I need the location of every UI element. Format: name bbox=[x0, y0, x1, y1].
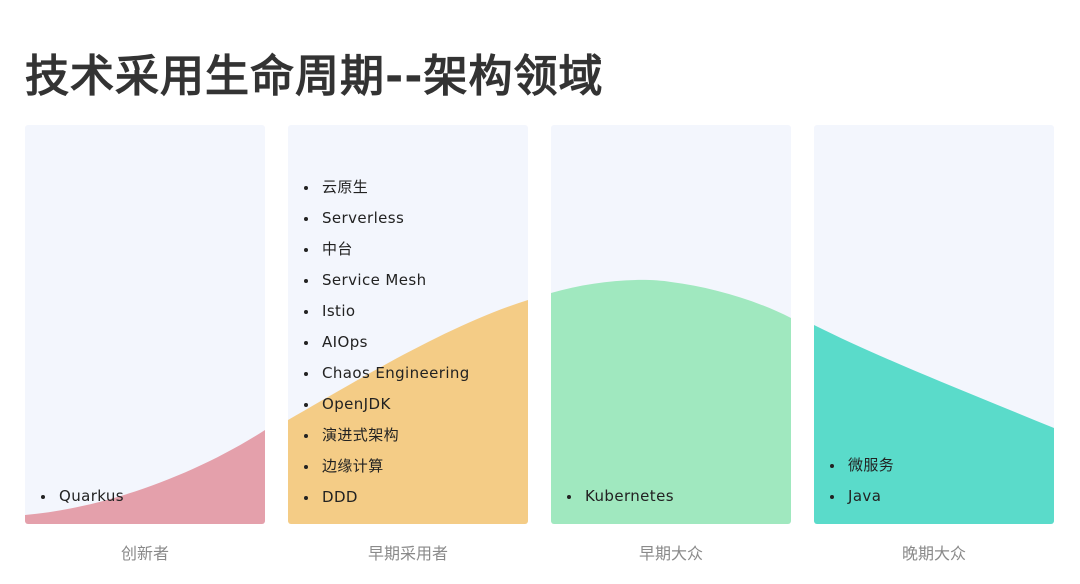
stage-label-innovators: 创新者 bbox=[120, 544, 169, 563]
curve-early-majority bbox=[551, 279, 791, 524]
stage-label-late-majority: 晚期大众 bbox=[901, 544, 966, 563]
panel-late-majority: 微服务 Java bbox=[814, 125, 1054, 524]
list-item: AIOps bbox=[288, 327, 470, 358]
list-item: Chaos Engineering bbox=[288, 358, 470, 389]
panel-innovators: Quarkus bbox=[25, 125, 265, 524]
bullet bbox=[304, 372, 308, 376]
curve-innovators bbox=[25, 430, 265, 524]
list-item: 演进式架构 bbox=[288, 420, 470, 451]
list-item: 微服务 bbox=[814, 450, 894, 481]
list-item: 边缘计算 bbox=[288, 451, 470, 482]
bullet bbox=[304, 217, 308, 221]
bullet bbox=[304, 434, 308, 438]
list-item: 中台 bbox=[288, 234, 470, 265]
list-item: Service Mesh bbox=[288, 265, 470, 296]
list-item: Istio bbox=[288, 296, 470, 327]
bullet bbox=[304, 279, 308, 283]
bullet bbox=[304, 186, 308, 190]
list-item: Quarkus bbox=[25, 481, 124, 512]
tech-list-late-majority: 微服务 Java bbox=[814, 450, 894, 512]
stage-label-early-adopters: 早期采用者 bbox=[367, 544, 448, 563]
tech-list-innovators: Quarkus bbox=[25, 481, 124, 512]
bullet bbox=[304, 496, 308, 500]
bullet bbox=[304, 403, 308, 407]
bullet bbox=[304, 248, 308, 252]
list-item: OpenJDK bbox=[288, 389, 470, 420]
bullet bbox=[830, 464, 834, 468]
list-item: 云原生 bbox=[288, 172, 470, 203]
bullet bbox=[304, 465, 308, 469]
list-item: Kubernetes bbox=[551, 481, 674, 512]
tech-list-early-adopters: 云原生 Serverless 中台 Service Mesh Istio AIO… bbox=[288, 172, 470, 513]
bullet bbox=[304, 310, 308, 314]
bullet bbox=[304, 341, 308, 345]
list-item: Serverless bbox=[288, 203, 470, 234]
tech-list-early-majority: Kubernetes bbox=[551, 481, 674, 512]
stage-label-early-majority: 早期大众 bbox=[638, 544, 703, 563]
page-title: 技术采用生命周期--架构领域 bbox=[25, 51, 604, 102]
bullet bbox=[830, 495, 834, 499]
list-item: DDD bbox=[288, 482, 470, 513]
bullet bbox=[567, 495, 571, 499]
bullet bbox=[41, 495, 45, 499]
panel-early-majority: Kubernetes bbox=[551, 125, 791, 524]
panel-early-adopters: 云原生 Serverless 中台 Service Mesh Istio AIO… bbox=[288, 125, 528, 524]
list-item: Java bbox=[814, 481, 894, 512]
